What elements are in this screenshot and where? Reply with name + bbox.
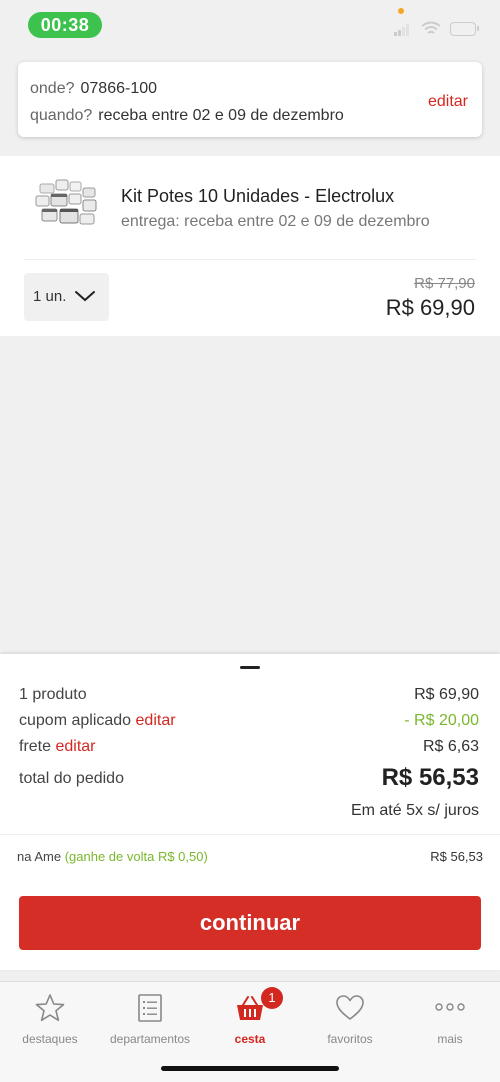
battery-icon — [450, 22, 479, 36]
sheet-drag-handle[interactable] — [240, 666, 260, 669]
coupon-discount: - R$ 20,00 — [404, 712, 479, 729]
delivery-where-row: onde? 07866-100 — [30, 80, 157, 98]
current-price: R$ 69,90 — [385, 295, 475, 320]
edit-coupon-link[interactable]: editar — [136, 712, 176, 729]
privacy-indicator-dot — [398, 8, 404, 14]
delivery-when-row: quando? receba entre 02 e 09 de dezembro — [30, 107, 344, 125]
when-label: quando? — [30, 107, 93, 124]
shipping-cost: R$ 6,63 — [422, 738, 479, 755]
ame-label: na Ame — [17, 849, 62, 864]
summary-coupon-row: cupom aplicado editar - R$ 20,00 — [19, 712, 479, 730]
home-indicator[interactable] — [161, 1066, 339, 1071]
coupon-label: cupom aplicado — [19, 712, 132, 729]
signal-icon — [394, 24, 409, 36]
ame-total: R$ 56,53 — [430, 849, 483, 864]
edit-delivery-link[interactable]: editar — [428, 93, 468, 111]
quantity-select[interactable]: 1 un. — [24, 273, 109, 321]
status-bar: 00:38 — [0, 0, 500, 50]
tab-departamentos[interactable]: departamentos — [100, 990, 200, 1050]
time-indicator[interactable]: 00:38 — [28, 12, 102, 38]
tab-favoritos[interactable]: favoritos — [300, 990, 400, 1050]
divider — [0, 834, 500, 835]
order-total: R$ 56,53 — [381, 764, 479, 791]
tab-label: departamentos — [109, 1032, 191, 1046]
more-icon — [435, 1003, 465, 1011]
chevron-down-icon — [75, 291, 95, 302]
product-delivery-estimate: entrega: receba entre 02 e 09 de dezembr… — [121, 213, 430, 230]
tab-label: cesta — [234, 1032, 266, 1046]
tab-destaques[interactable]: destaques — [0, 990, 100, 1050]
ame-cashback: (ganhe de volta R$ 0,50) — [64, 849, 208, 864]
edit-shipping-link[interactable]: editar — [55, 738, 95, 755]
products-count-label: 1 produto — [19, 686, 87, 703]
cart-item-card: Kit Potes 10 Unidades - Electrolux entre… — [0, 156, 500, 336]
summary-shipping-row: frete editar R$ 6,63 — [19, 738, 479, 756]
when-value: receba entre 02 e 09 de dezembro — [98, 107, 344, 124]
total-label: total do pedido — [19, 770, 124, 787]
ame-payment-row: na Ame (ganhe de volta R$ 0,50) R$ 56,53 — [17, 849, 483, 864]
order-summary-sheet: 1 produto R$ 69,90 cupom aplicado editar… — [0, 654, 500, 970]
tab-label: favoritos — [327, 1032, 373, 1046]
wifi-icon — [421, 21, 441, 34]
tab-label: mais — [437, 1032, 463, 1046]
quantity-value: 1 un. — [33, 288, 67, 305]
summary-products-row: 1 produto R$ 69,90 — [19, 686, 479, 704]
delivery-info-card: onde? 07866-100 quando? receba entre 02 e … — [18, 62, 482, 137]
continue-button[interactable]: continuar — [19, 896, 481, 950]
star-icon — [35, 994, 65, 1022]
tab-label: destaques — [22, 1032, 78, 1046]
installments-info: Em até 5x s/ juros — [350, 802, 479, 819]
shipping-label: frete — [19, 738, 52, 755]
original-price: R$ 77,90 — [414, 275, 475, 292]
divider — [24, 259, 476, 260]
where-label: onde? — [30, 80, 75, 97]
where-value: 07866-100 — [80, 80, 158, 97]
product-image[interactable] — [34, 178, 100, 228]
heart-icon — [336, 995, 364, 1020]
cart-count-badge: 1 — [261, 987, 283, 1009]
list-icon — [138, 994, 162, 1022]
tab-mais[interactable]: mais — [400, 990, 500, 1050]
tab-cesta[interactable]: 1 cesta — [200, 987, 300, 1050]
products-subtotal: R$ 69,90 — [414, 686, 479, 703]
product-title[interactable]: Kit Potes 10 Unidades - Electrolux — [121, 186, 394, 207]
